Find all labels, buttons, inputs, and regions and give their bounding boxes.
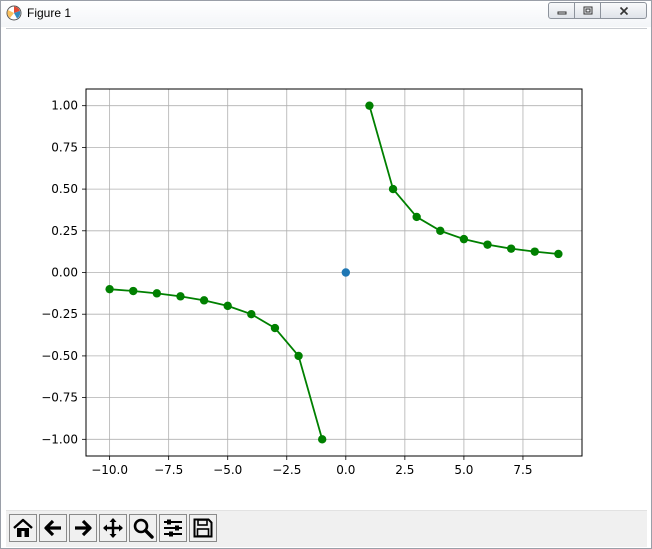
y-tick-label: 0.50 xyxy=(51,182,78,196)
y-tick-label: −0.50 xyxy=(41,349,78,363)
data-point xyxy=(388,184,398,194)
data-point xyxy=(341,268,351,277)
matplotlib-app-icon xyxy=(6,5,22,21)
minimize-icon xyxy=(557,11,566,14)
back-button[interactable] xyxy=(39,514,67,542)
data-point xyxy=(412,212,421,222)
data-point xyxy=(530,247,539,256)
y-tick-label: 0.75 xyxy=(51,140,78,154)
configure-subplots-button[interactable] xyxy=(159,514,187,542)
data-point xyxy=(506,244,516,253)
x-tick-label: 0.0 xyxy=(336,463,355,477)
figure-canvas[interactable]: −10.0 −7.5 −5.0 −2.5 0.0 2.5 5.0 7.5 1.00 0.75 0.5… xyxy=(6,28,647,511)
data-point xyxy=(459,234,469,244)
forward-arrow-icon xyxy=(75,519,92,537)
navigation-toolbar xyxy=(6,510,647,547)
maximize-button[interactable] xyxy=(575,2,601,19)
data-point xyxy=(365,101,374,110)
x-tick-label: 2.5 xyxy=(395,463,414,477)
minimize-button[interactable] xyxy=(548,2,575,19)
configure-subplots-icon xyxy=(164,519,182,537)
window-controls xyxy=(548,2,647,19)
data-point xyxy=(223,301,232,311)
y-tick-label: −0.75 xyxy=(41,391,78,405)
x-tick-label: −10.0 xyxy=(91,463,128,477)
data-point xyxy=(294,351,303,361)
data-point xyxy=(176,292,185,301)
x-tick-label: 7.5 xyxy=(513,463,532,477)
data-point xyxy=(436,226,445,235)
y-tick-label: 0.00 xyxy=(51,266,78,280)
forward-button[interactable] xyxy=(69,514,97,542)
pan-button[interactable] xyxy=(99,514,127,542)
data-point xyxy=(105,284,114,294)
save-button[interactable] xyxy=(189,514,217,542)
home-button[interactable] xyxy=(9,514,37,542)
close-button[interactable] xyxy=(601,2,647,19)
back-arrow-icon xyxy=(44,519,61,537)
figure-window: Figure 1 −10.0 −7.5 −5.0 −2.5 0.0 2.5 5.0 7.5 1.… xyxy=(0,0,652,549)
zoom-button[interactable] xyxy=(129,514,157,542)
data-point xyxy=(152,289,162,298)
data-point xyxy=(129,286,138,296)
x-tick-label: −5.0 xyxy=(213,463,242,477)
x-tick-label: −7.5 xyxy=(154,463,183,477)
zoom-magnifier-icon xyxy=(133,518,154,539)
y-tick-label: −1.00 xyxy=(41,432,78,446)
data-point xyxy=(199,296,209,305)
pan-move-icon xyxy=(103,518,123,538)
window-title: Figure 1 xyxy=(27,6,72,20)
x-tick-label: 5.0 xyxy=(454,463,473,477)
save-disk-icon xyxy=(193,518,213,538)
y-tick-label: 0.25 xyxy=(51,224,78,238)
x-tick-label: −2.5 xyxy=(272,463,301,477)
data-point xyxy=(270,323,280,333)
maximize-icon xyxy=(583,6,592,14)
line-chart: −10.0 −7.5 −5.0 −2.5 0.0 2.5 5.0 7.5 1.00 0.75 0.5… xyxy=(41,88,583,477)
close-icon xyxy=(619,6,628,15)
data-point xyxy=(483,240,492,249)
y-tick-label: −0.25 xyxy=(41,307,78,321)
title-bar[interactable]: Figure 1 xyxy=(1,1,651,27)
y-tick-label: 1.00 xyxy=(51,99,78,113)
data-point xyxy=(247,310,256,319)
data-point xyxy=(554,249,563,259)
home-icon xyxy=(13,518,33,537)
data-point xyxy=(317,435,327,444)
